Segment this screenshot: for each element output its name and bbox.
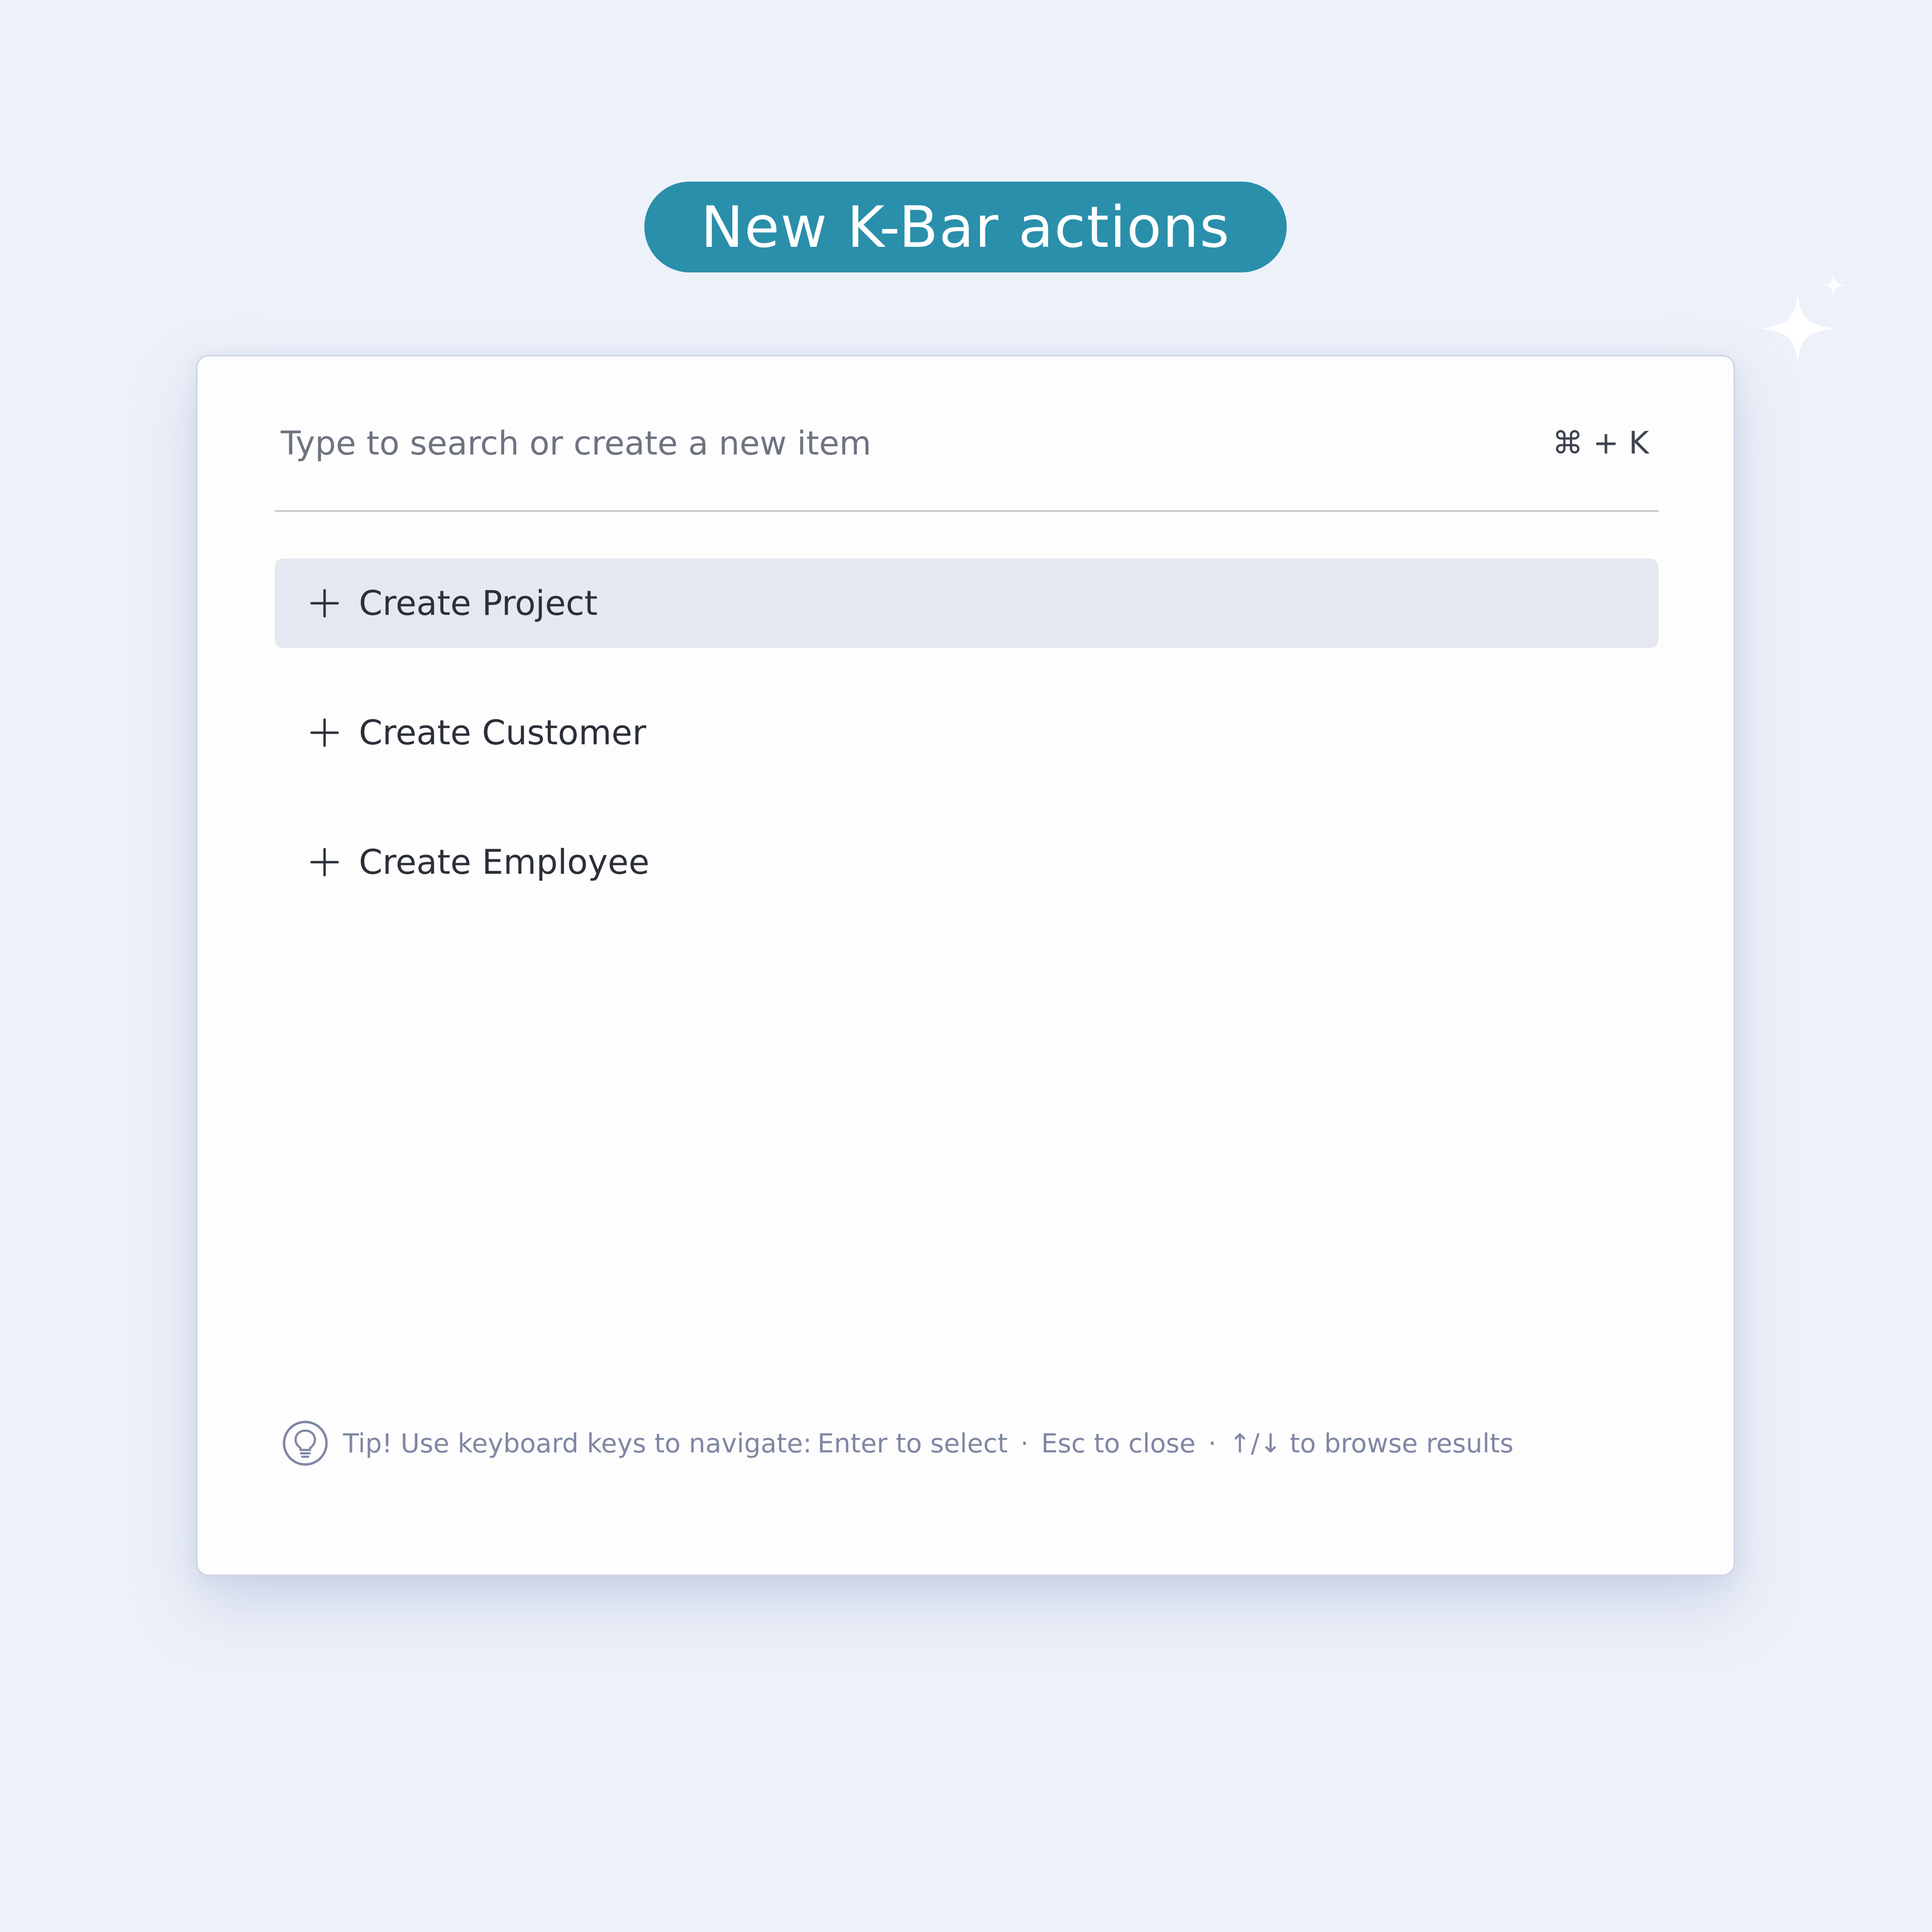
search-row: ⌘ + K: [275, 414, 1659, 472]
action-list: Create Project Create Customer Create Em…: [275, 558, 1659, 947]
plus-icon: [310, 589, 339, 618]
title-badge: New K-Bar actions: [644, 182, 1287, 272]
lightbulb-icon: [283, 1421, 328, 1466]
sparkles-icon: [1760, 273, 1845, 364]
tip-enter: Enter to select: [817, 1428, 1008, 1459]
action-label: Create Employee: [359, 842, 650, 882]
action-create-project[interactable]: Create Project: [275, 558, 1659, 648]
divider: [275, 510, 1659, 512]
page-title: New K-Bar actions: [700, 194, 1231, 260]
tip-esc: Esc to close: [1041, 1428, 1196, 1459]
tip-separator: ·: [1020, 1428, 1029, 1459]
plus-icon: [310, 848, 339, 877]
action-create-employee[interactable]: Create Employee: [275, 817, 1659, 907]
tip-lead: Tip! Use keyboard keys to navigate:: [343, 1428, 812, 1459]
search-input[interactable]: [275, 414, 1434, 472]
tip-arrows: ↑/↓ to browse results: [1229, 1428, 1514, 1459]
kbar-dialog: ⌘ + K Create Project Create Customer Cre…: [196, 355, 1735, 1576]
plus-icon: [310, 718, 339, 747]
tip-bar: Tip! Use keyboard keys to navigate: Ente…: [282, 1419, 1514, 1467]
action-label: Create Customer: [359, 713, 646, 753]
action-label: Create Project: [359, 583, 598, 623]
tip-separator: ·: [1208, 1428, 1217, 1459]
shortcut-hint: ⌘ + K: [1552, 426, 1649, 461]
action-create-customer[interactable]: Create Customer: [275, 688, 1659, 778]
